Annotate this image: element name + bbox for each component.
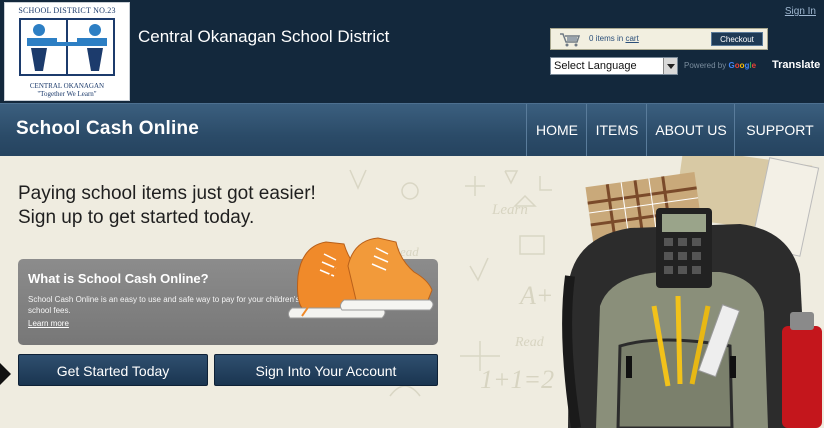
powered-by-text: Powered by xyxy=(684,61,727,70)
translate-link[interactable]: Translate xyxy=(772,59,820,71)
main-nav: School Cash Online HOME ITEMS ABOUT US S… xyxy=(0,103,824,157)
hero-headline: Paying school items just got easier! Sig… xyxy=(18,182,316,230)
carousel-prev-arrow-icon[interactable] xyxy=(0,363,11,385)
logo-motto: "Together We Learn" xyxy=(37,90,97,98)
chevron-down-icon[interactable] xyxy=(663,58,677,74)
logo-bottom-text: CENTRAL OKANAGAN "Together We Learn" xyxy=(5,82,129,98)
site-header: SCHOOL DISTRICT NO.23 CENTRAL OKANAGAN "… xyxy=(0,0,824,103)
powered-by-google: Powered by Google xyxy=(684,61,756,70)
backpack-image xyxy=(562,156,822,428)
doodle-math: 1+1=2 xyxy=(480,365,554,394)
logo-figures-icon xyxy=(17,16,117,78)
nav-home[interactable]: HOME xyxy=(526,104,587,157)
hero-headline-line2: Sign up to get started today. xyxy=(18,207,255,228)
get-started-button[interactable]: Get Started Today xyxy=(18,354,208,386)
info-body: School Cash Online is an easy to use and… xyxy=(28,295,300,315)
brand-title[interactable]: School Cash Online xyxy=(16,118,199,140)
district-name: Central Okanagan School District xyxy=(138,27,390,46)
nav-about-us[interactable]: ABOUT US xyxy=(646,104,735,157)
sign-into-account-button[interactable]: Sign Into Your Account xyxy=(214,354,438,386)
page: SCHOOL DISTRICT NO.23 CENTRAL OKANAGAN "… xyxy=(0,0,824,428)
language-select[interactable]: Select Language xyxy=(550,57,678,75)
hero-headline-line1: Paying school items just got easier! xyxy=(18,183,316,204)
cart-link[interactable]: cart xyxy=(625,34,638,43)
doodle-a-plus: A+ xyxy=(518,281,553,310)
checkout-button[interactable]: Checkout xyxy=(711,32,763,46)
cart-summary: 0 items in cart Checkout xyxy=(550,28,768,50)
sign-in-link[interactable]: Sign In xyxy=(785,6,816,17)
logo-top-text: SCHOOL DISTRICT NO.23 xyxy=(18,6,116,15)
cart-count-text: 0 items in cart xyxy=(589,34,639,43)
shopping-cart-icon xyxy=(560,33,581,47)
nav-support[interactable]: SUPPORT xyxy=(734,104,824,157)
district-logo[interactable]: SCHOOL DISTRICT NO.23 CENTRAL OKANAGAN "… xyxy=(4,2,130,101)
orange-sneakers-image xyxy=(287,237,434,319)
language-select-value: Select Language xyxy=(554,60,637,72)
info-title: What is School Cash Online? xyxy=(28,271,209,286)
learn-more-link[interactable]: Learn more xyxy=(28,319,69,328)
google-logo: Google xyxy=(728,61,757,70)
hero-banner: Learn Read A+ Read 1+1=2 Paying school i… xyxy=(0,156,824,428)
logo-bottom-name: CENTRAL OKANAGAN xyxy=(29,82,105,90)
doodle-read-2: Read xyxy=(514,335,545,350)
nav-items[interactable]: ITEMS xyxy=(586,104,647,157)
doodle-learn: Learn xyxy=(491,202,528,218)
cart-count: 0 items in xyxy=(589,34,624,43)
